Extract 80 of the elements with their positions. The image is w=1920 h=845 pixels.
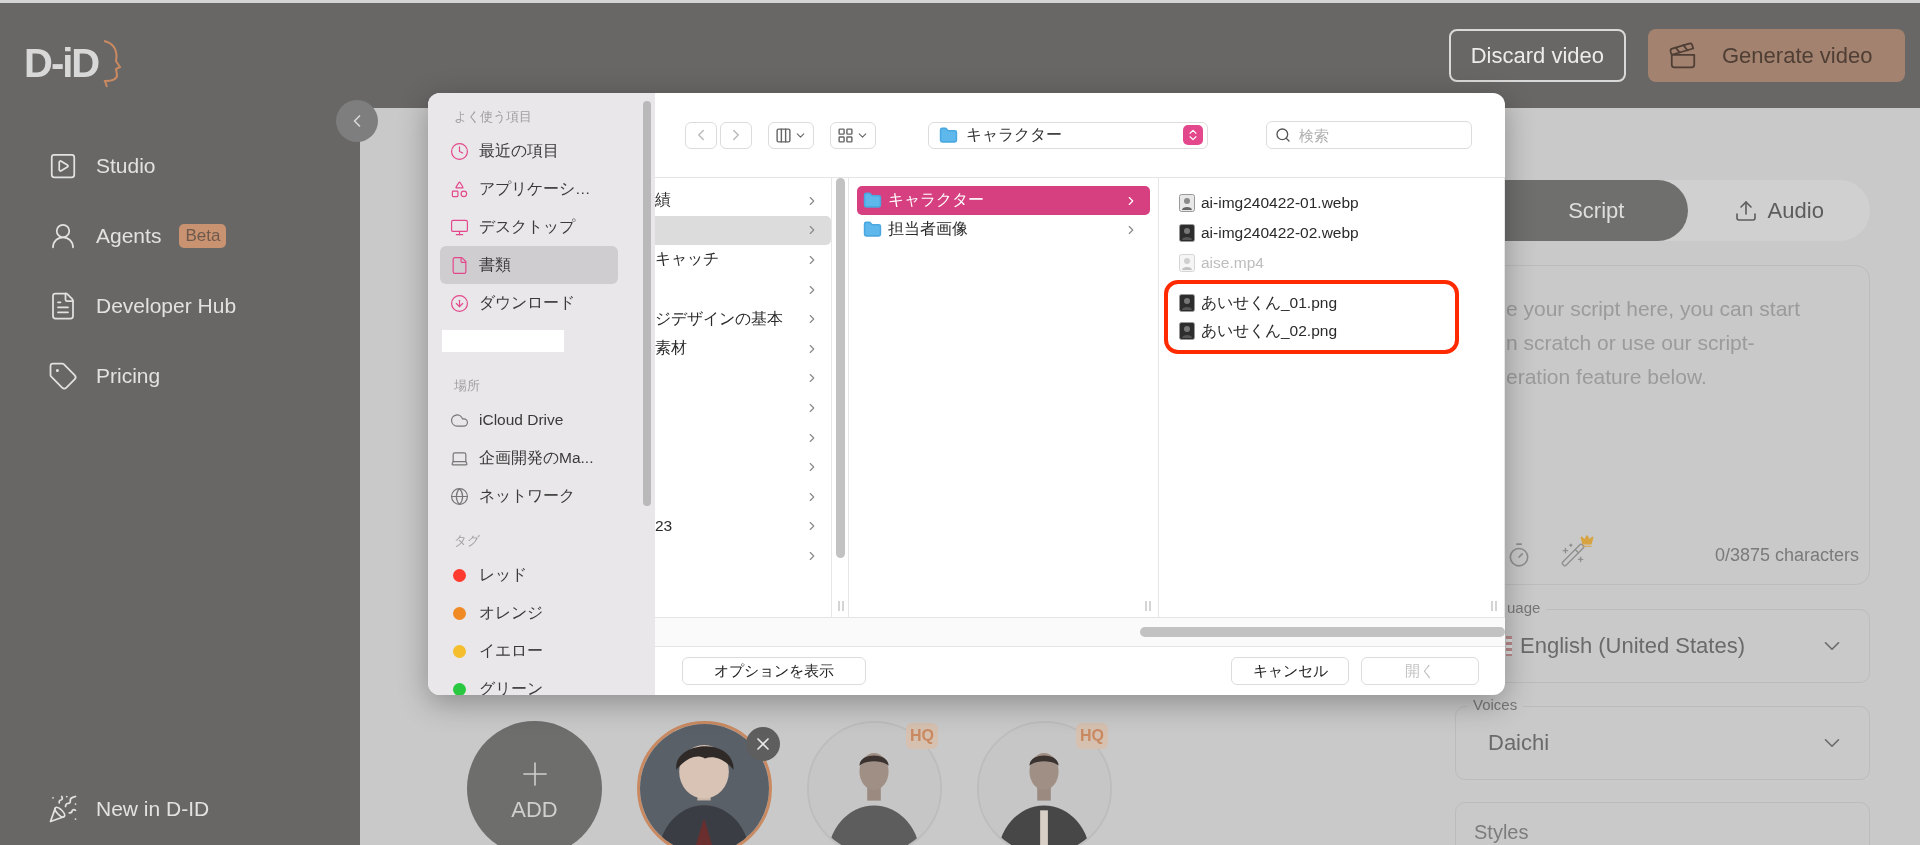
section-heading: 場所 (453, 378, 481, 395)
folder-row[interactable]: キャラクター (857, 186, 1150, 215)
view-button[interactable] (768, 121, 814, 149)
clapperboard-icon (1668, 40, 1698, 71)
file-row[interactable]: あいせくん_01.png (1173, 290, 1350, 316)
image-file-icon (1179, 254, 1195, 272)
group-button[interactable] (830, 121, 876, 149)
file-row[interactable]: ai-img240422-01.webp (1173, 190, 1371, 216)
folder-icon (939, 125, 958, 145)
sidebar-item[interactable]: アプリケーシ… (440, 170, 618, 208)
sidebar-item[interactable]: 書類 (440, 246, 618, 284)
tag-icon (48, 361, 78, 391)
folder-icon (863, 191, 882, 210)
download-icon (450, 293, 469, 313)
section-heading: タグ (453, 533, 481, 550)
collapse-button[interactable] (336, 100, 378, 142)
image-file-icon (1179, 294, 1195, 312)
sidebar-item[interactable]: 最近の項目 (440, 132, 618, 170)
dialog-button[interactable]: オプションを表示 (682, 657, 866, 685)
scrollbar-thumb[interactable] (643, 101, 651, 506)
scrollbar-thumb[interactable] (1140, 627, 1505, 637)
nav-item[interactable]: Developer Hub (48, 291, 237, 321)
sidebar-item[interactable]: イエロー (440, 632, 618, 670)
folder-row[interactable]: キャッチ (655, 245, 831, 275)
nav-item[interactable]: New in D-ID (48, 794, 210, 824)
section-heading: よく使う項目 (453, 109, 533, 126)
folder-row[interactable]: 23 (655, 511, 831, 542)
folder-icon (863, 220, 882, 239)
back-button[interactable] (685, 121, 717, 149)
play-box-icon (48, 151, 78, 181)
nav-item[interactable]: Pricing (48, 361, 161, 391)
folder-row[interactable]: 績 (655, 186, 831, 216)
sidebar-item[interactable]: レッド (440, 556, 618, 594)
dialog-button[interactable]: キャンセル (1231, 657, 1349, 685)
resize-grip-icon (837, 601, 845, 611)
sidebar-item[interactable]: ダウンロード (440, 284, 618, 322)
hq-badge: HQ (906, 723, 938, 749)
shapes-icon (450, 179, 469, 199)
search-icon (1275, 127, 1291, 143)
nav-item[interactable]: Studio (48, 151, 156, 181)
crown-icon (1580, 534, 1594, 548)
clock-icon (450, 141, 469, 161)
sidebar-item[interactable]: オレンジ (440, 594, 618, 632)
resize-grip-icon (1490, 601, 1498, 611)
sidebar-item[interactable]: iCloud Drive (440, 401, 618, 439)
image-file-icon (1179, 224, 1195, 242)
folder-row[interactable] (655, 215, 831, 246)
path-popup[interactable]: キャラクター (928, 121, 1208, 149)
upload-icon (1733, 198, 1758, 223)
monitor-icon (450, 217, 469, 237)
nav-item[interactable]: Agents Beta (48, 221, 227, 251)
sidebar-item[interactable]: グリーン (440, 670, 618, 695)
globe-icon (450, 486, 469, 506)
image-file-icon (1179, 322, 1195, 340)
beta-badge: Beta (179, 224, 227, 248)
document-icon (450, 255, 469, 275)
sidebar-item[interactable]: デスクトップ (440, 208, 618, 246)
stepper-icon (1183, 125, 1203, 145)
party-popper-icon (48, 794, 78, 824)
character-count: 0/3875 characters (1714, 544, 1859, 566)
resize-grip-icon (1144, 601, 1152, 611)
sidebar-item[interactable]: 企画開発のMa... (440, 439, 618, 477)
logo[interactable]: D-iD (24, 37, 123, 89)
forward-button[interactable] (720, 121, 752, 149)
scrollbar-thumb[interactable] (836, 178, 845, 558)
image-file-icon (1179, 194, 1195, 212)
hq-badge: HQ (1076, 723, 1108, 749)
grid-icon (837, 126, 854, 144)
columns-icon (775, 126, 792, 144)
discard-button[interactable]: Discard video (1448, 29, 1626, 82)
file-row[interactable]: ai-img240422-02.webp (1173, 220, 1371, 246)
folder-row[interactable]: 素材 (655, 333, 831, 364)
folder-row[interactable]: ジデザインの基本 (655, 304, 831, 334)
sidebar-item[interactable]: ネットワーク (440, 477, 618, 515)
file-row[interactable]: あいせくん_02.png (1173, 318, 1350, 344)
folder-row[interactable]: 担当者画像 (857, 215, 1150, 244)
tab[interactable]: Audio (1687, 180, 1870, 241)
search-field[interactable]: 検索 (1266, 121, 1472, 149)
magic-wand-icon[interactable] (1560, 542, 1586, 568)
close-button[interactable] (746, 727, 780, 761)
